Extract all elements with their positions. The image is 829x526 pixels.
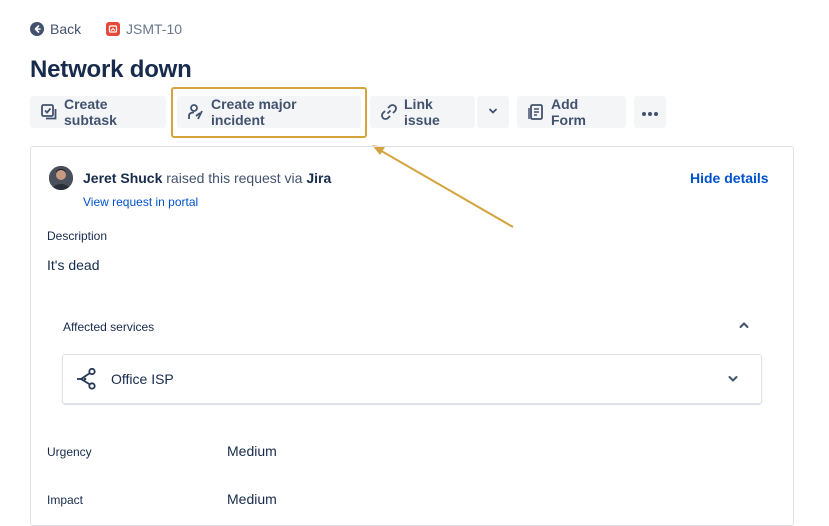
request-channel: Jira: [306, 170, 332, 186]
affected-services-label: Affected services: [63, 320, 155, 334]
issue-title[interactable]: Network down: [30, 56, 192, 84]
incident-type-icon: [106, 22, 120, 36]
more-icon: [641, 104, 659, 120]
form-icon: [527, 103, 545, 121]
chevron-down-icon: [487, 104, 499, 120]
issue-key: JSMT-10: [126, 21, 183, 37]
chevron-up-icon: [739, 322, 749, 328]
view-request-in-portal-link[interactable]: View request in portal: [83, 195, 198, 209]
request-raised-text: Jeret Shuck raised this request via Jira: [83, 170, 331, 186]
link-icon: [380, 103, 398, 121]
create-subtask-button[interactable]: Create subtask: [30, 96, 166, 128]
service-icon: [77, 367, 99, 395]
add-form-label: Add Form: [551, 96, 586, 128]
urgency-label: Urgency: [47, 445, 92, 459]
link-issue-label: Link issue: [404, 96, 440, 128]
add-form-button[interactable]: Add Form: [517, 96, 626, 128]
hide-details-button[interactable]: Hide details: [690, 170, 769, 186]
create-subtask-label: Create subtask: [64, 96, 117, 128]
avatar: [49, 166, 73, 190]
description-value[interactable]: It's dead: [47, 257, 100, 273]
back-label: Back: [50, 21, 82, 37]
issue-key-link[interactable]: JSMT-10: [106, 21, 182, 37]
description-label: Description: [47, 229, 108, 243]
chevron-down-icon: [728, 376, 738, 382]
highlight-box: [171, 87, 367, 138]
affected-service-name: Office ISP: [111, 371, 174, 387]
link-issue-dropdown-button[interactable]: [477, 96, 509, 128]
more-actions-button[interactable]: [634, 96, 666, 128]
link-issue-button[interactable]: Link issue: [370, 96, 475, 128]
back-arrow-icon: [30, 22, 44, 36]
service-expand-button[interactable]: [726, 372, 740, 391]
urgency-value[interactable]: Medium: [227, 443, 277, 459]
subtask-icon: [40, 103, 58, 121]
raised-text: raised this request via: [166, 170, 303, 186]
back-link[interactable]: Back: [30, 21, 81, 37]
reporter-name[interactable]: Jeret Shuck: [83, 170, 162, 186]
collapse-affected-services-button[interactable]: [737, 318, 751, 337]
